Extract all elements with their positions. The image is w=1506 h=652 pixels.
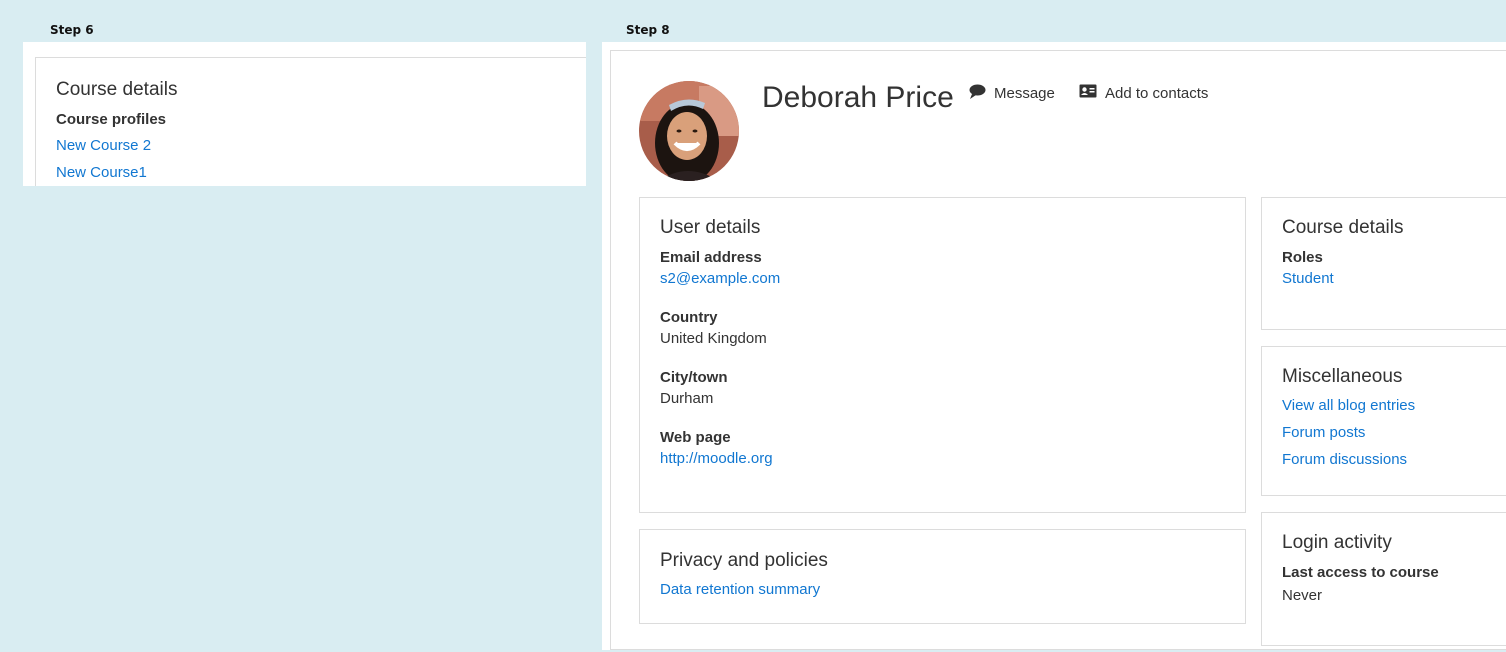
- message-button[interactable]: Message: [969, 84, 1055, 103]
- user-details-title: User details: [660, 217, 761, 238]
- user-name: Deborah Price: [762, 81, 954, 114]
- forum-discussions-link[interactable]: Forum discussions: [1282, 451, 1506, 468]
- roles-label: Roles: [1282, 249, 1323, 266]
- last-access-value: Never: [1282, 587, 1323, 604]
- avatar: [639, 81, 739, 181]
- add-to-contacts-button[interactable]: Add to contacts: [1079, 84, 1208, 102]
- webpage-link[interactable]: http://moodle.org: [660, 450, 1235, 467]
- login-activity-card: Login activity Last access to course Nev…: [1261, 512, 1506, 646]
- step6-panel: Course details Course profiles New Cours…: [23, 42, 586, 186]
- step8-panel: Deborah Price Message Add to contacts Us…: [602, 42, 1506, 650]
- city-label: City/town: [660, 369, 728, 386]
- data-retention-link[interactable]: Data retention summary: [660, 581, 1235, 598]
- email-label: Email address: [660, 249, 762, 266]
- login-activity-title: Login activity: [1282, 532, 1392, 553]
- city-value: Durham: [660, 390, 714, 407]
- country-value: United Kingdom: [660, 330, 767, 347]
- add-contacts-label: Add to contacts: [1105, 84, 1209, 102]
- privacy-card: Privacy and policies Data retention summ…: [639, 529, 1246, 624]
- course-link-new-course-2[interactable]: New Course 2: [56, 137, 177, 154]
- address-card-icon: [1079, 84, 1097, 102]
- course-link-new-course1[interactable]: New Course1: [56, 164, 177, 181]
- email-link[interactable]: s2@example.com: [660, 270, 1235, 287]
- role-link-student[interactable]: Student: [1282, 270, 1506, 287]
- country-label: Country: [660, 309, 718, 326]
- miscellaneous-title: Miscellaneous: [1282, 366, 1403, 387]
- miscellaneous-card: Miscellaneous View all blog entries Foru…: [1261, 346, 1506, 496]
- course-details-title: Course details: [1282, 217, 1404, 238]
- blog-entries-link[interactable]: View all blog entries: [1282, 397, 1506, 414]
- step6-label: Step 6: [50, 23, 94, 37]
- course-details-card: Course details Course profiles New Cours…: [35, 57, 586, 186]
- speech-bubble-icon: [969, 84, 986, 103]
- privacy-title: Privacy and policies: [660, 550, 828, 571]
- step8-label: Step 8: [626, 23, 670, 37]
- forum-posts-link[interactable]: Forum posts: [1282, 424, 1506, 441]
- user-details-card: User details Email address s2@example.co…: [639, 197, 1246, 513]
- course-details-title: Course details: [56, 79, 178, 100]
- webpage-label: Web page: [660, 429, 731, 446]
- course-details-card: Course details Roles Student: [1261, 197, 1506, 330]
- last-access-label: Last access to course: [1282, 564, 1439, 581]
- user-profile-page: Deborah Price Message Add to contacts Us…: [610, 50, 1506, 650]
- course-profiles-label: Course profiles: [56, 111, 167, 128]
- message-label: Message: [994, 85, 1055, 102]
